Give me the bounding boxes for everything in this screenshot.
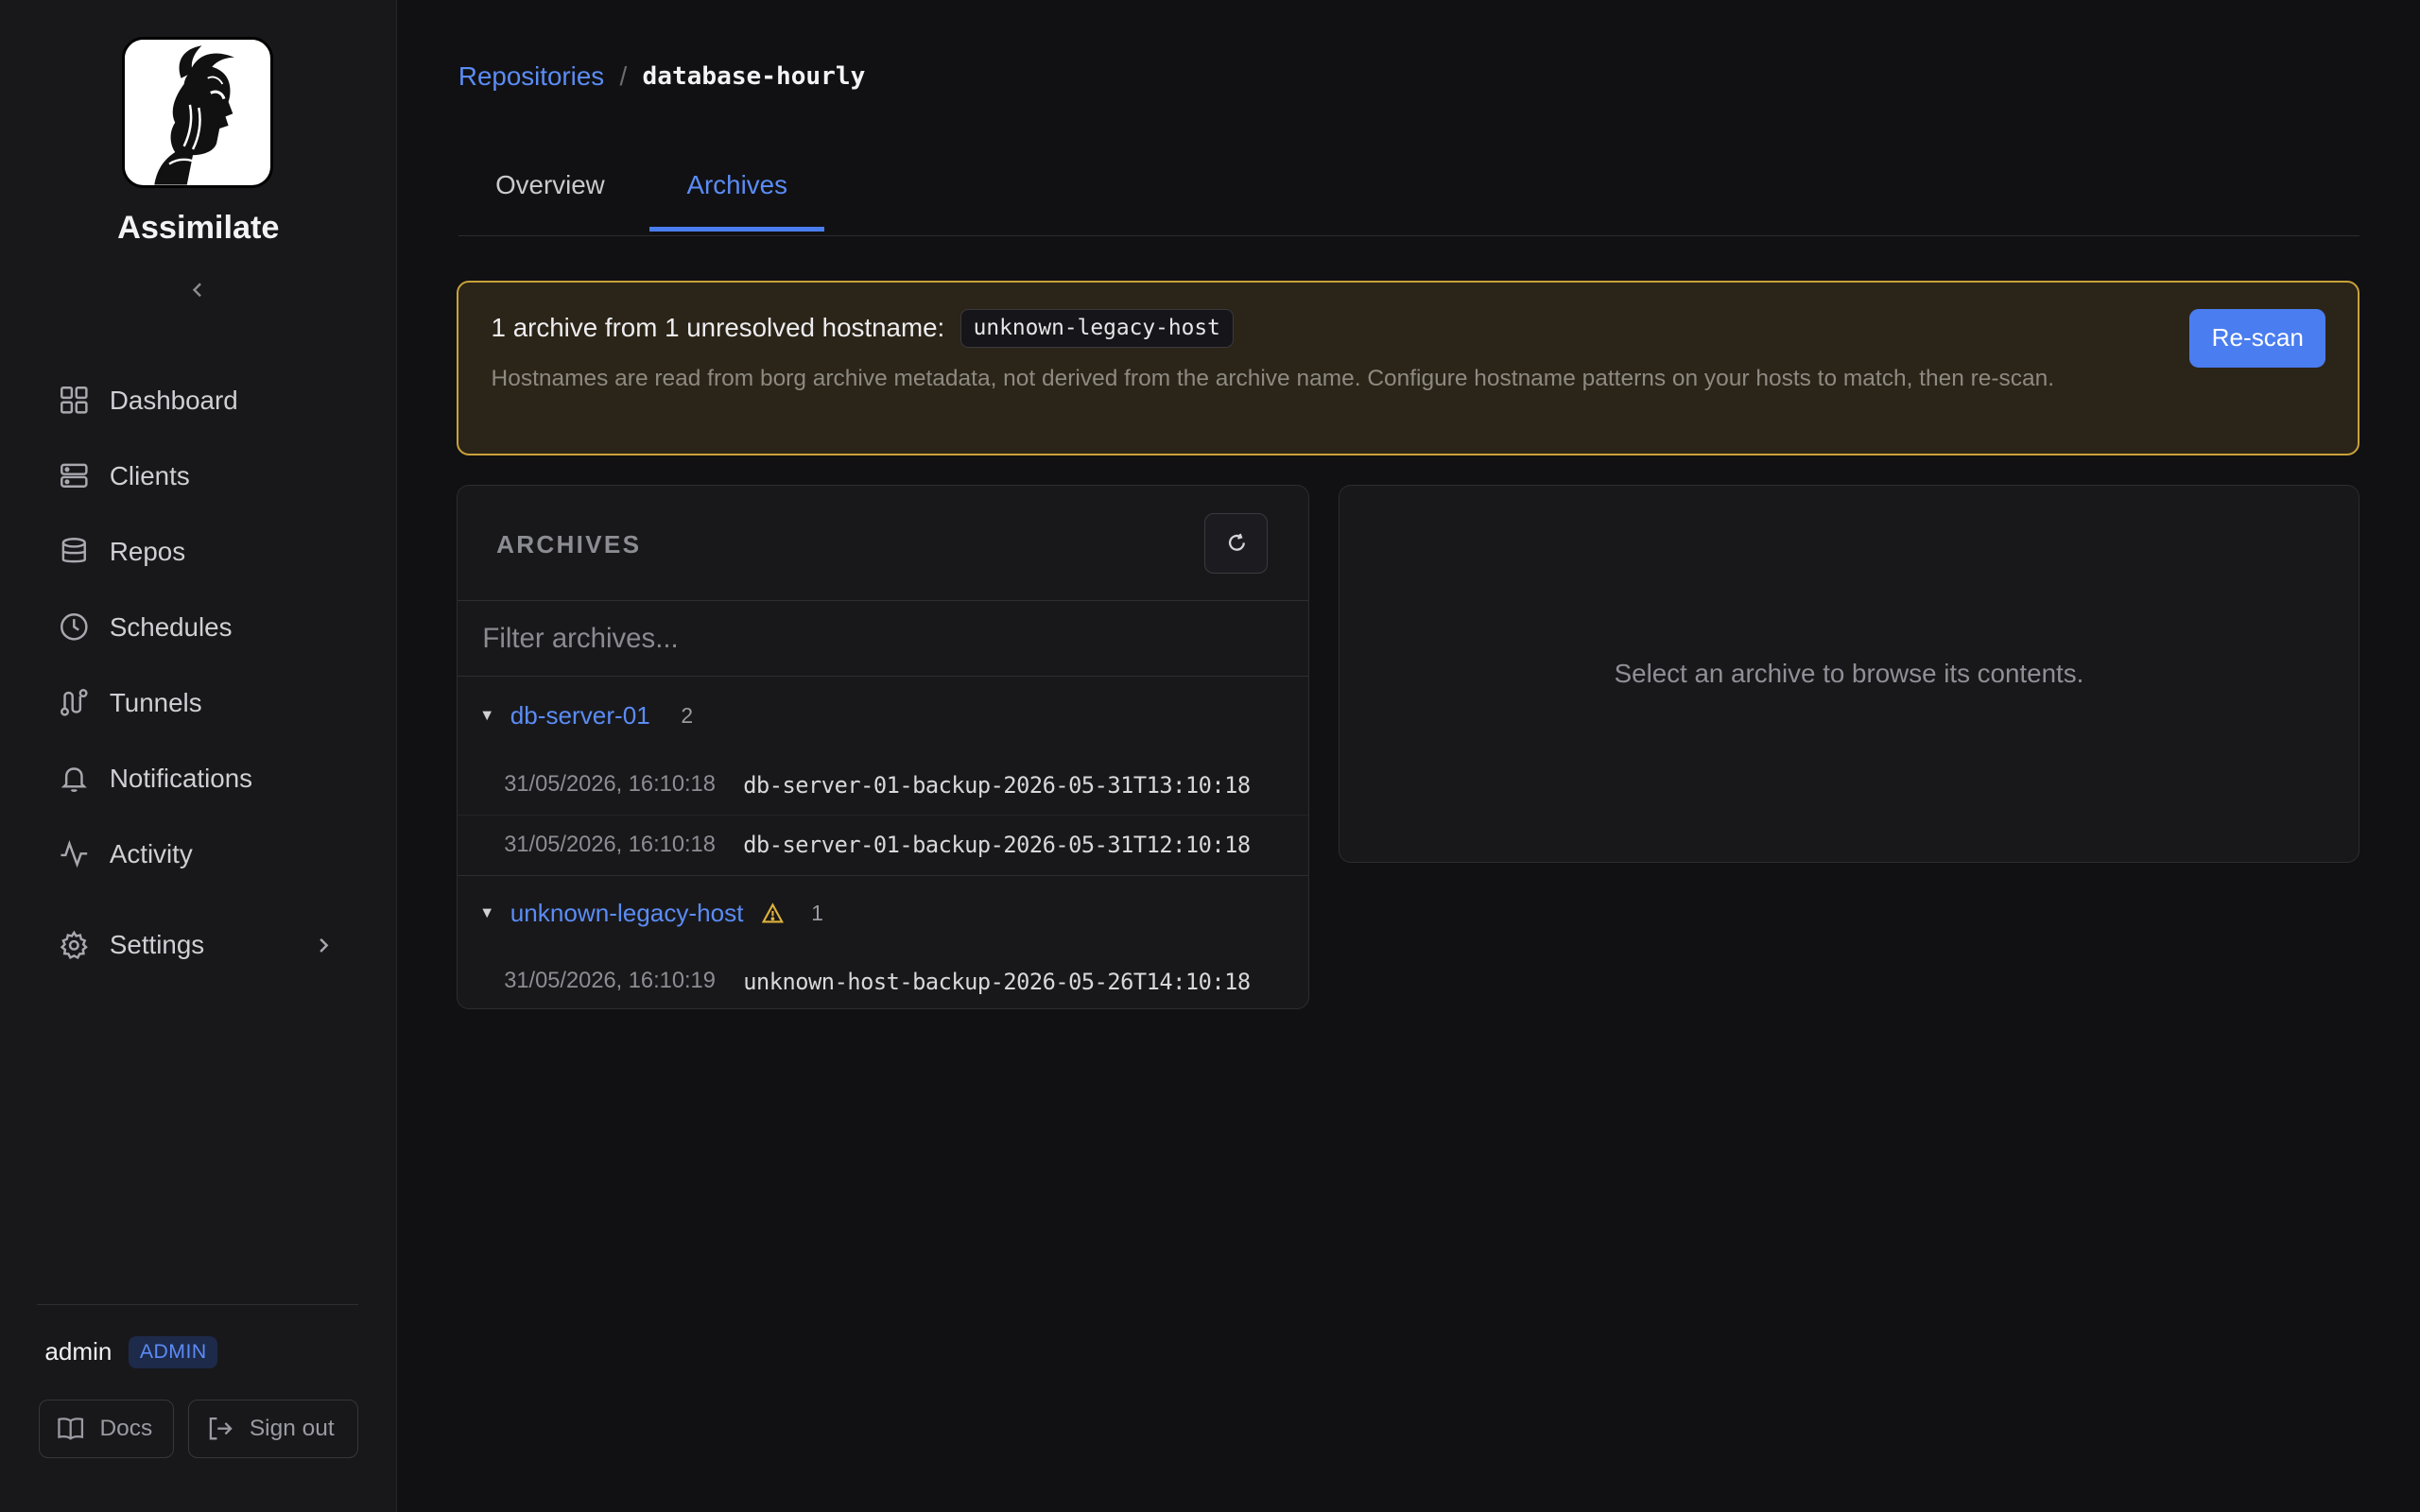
sign-out-label: Sign out [249, 1415, 335, 1441]
archive-browser-panel: Select an archive to browse its contents… [1338, 484, 2360, 863]
breadcrumb-separator: / [619, 61, 628, 92]
empty-state-message: Select an archive to browse its contents… [1614, 658, 2084, 688]
chevron-left-icon [192, 283, 202, 298]
server-icon [60, 464, 88, 489]
chevron-right-icon [320, 937, 329, 953]
archive-name: db-server-01-backup-2026-05-31T13:10:18 [743, 771, 1251, 799]
sidebar-item-repos[interactable]: Repos [37, 514, 359, 590]
sidebar-item-clients[interactable]: Clients [37, 438, 359, 514]
filter-row [458, 601, 1308, 678]
sidebar-item-label: Dashboard [109, 385, 238, 415]
warning-icon [762, 902, 784, 923]
docs-button[interactable]: Docs [38, 1399, 175, 1458]
sidebar-divider [37, 1303, 358, 1306]
book-icon [58, 1418, 83, 1440]
bell-icon [60, 767, 87, 793]
clock-icon [60, 613, 88, 641]
archive-date: 31/05/2026, 16:10:18 [504, 832, 716, 857]
sidebar-item-label: Activity [109, 838, 193, 868]
alert-title: 1 archive from 1 unresolved hostname: un… [491, 308, 1234, 348]
host-group-header[interactable]: ▼ db-server-01 2 [458, 677, 1307, 755]
archive-date: 31/05/2026, 16:10:18 [504, 772, 716, 798]
hostname-code: unknown-legacy-host [959, 308, 1234, 348]
sidebar-item-label: Notifications [109, 763, 253, 793]
user-info: admin ADMIN [44, 1335, 218, 1368]
breadcrumb-current: database-hourly [642, 62, 866, 92]
caret-down-icon[interactable]: ▼ [479, 707, 510, 725]
sidebar-item-activity[interactable]: Activity [37, 816, 359, 892]
archive-row[interactable]: 31/05/2026, 16:10:19 unknown-host-backup… [458, 952, 1307, 1008]
breadcrumb: Repositories / database-hourly [458, 61, 865, 92]
sign-out-button[interactable]: Sign out [188, 1399, 358, 1458]
database-icon [61, 538, 86, 563]
sidebar-item-label: Repos [109, 536, 186, 566]
tab-overview[interactable]: Overview [458, 141, 649, 231]
activity-icon [60, 840, 88, 868]
archive-name: db-server-01-backup-2026-05-31T12:10:18 [743, 832, 1251, 859]
archive-date: 31/05/2026, 16:10:19 [504, 969, 716, 994]
sidebar-item-schedules[interactable]: Schedules [37, 590, 359, 665]
sidebar-item-tunnels[interactable]: Tunnels [37, 665, 359, 741]
host-name[interactable]: unknown-legacy-host [510, 899, 744, 928]
sidebar-item-notifications[interactable]: Notifications [37, 741, 359, 816]
sidebar-item-label: Tunnels [109, 687, 202, 717]
sidebar-nav: Dashboard Clients Repos Schedules Tunnel… [37, 363, 359, 983]
archives-header: ARCHIVES [458, 486, 1308, 602]
archives-panel: ARCHIVES ▼ db-server-01 2 31/05/2026, 16… [457, 484, 1309, 1009]
archive-name: unknown-host-backup-2026-05-26T14:10:18 [743, 968, 1251, 995]
role-badge: ADMIN [129, 1335, 218, 1368]
app-name: Assimilate [117, 210, 280, 247]
docs-label: Docs [99, 1415, 153, 1441]
sidebar: Assimilate Dashboard Clients Repos Sched… [0, 0, 397, 1512]
sidebar-item-label: Settings [109, 929, 205, 959]
user-name: admin [44, 1337, 112, 1366]
gear-icon [60, 930, 88, 959]
tab-bar: Overview Archives [458, 146, 2360, 236]
sidebar-item-label: Clients [109, 460, 190, 490]
collapse-sidebar-button[interactable] [179, 275, 216, 306]
alert-title-text: 1 archive from 1 unresolved hostname: [491, 313, 945, 343]
route-icon [60, 689, 88, 716]
archives-title: ARCHIVES [496, 530, 642, 558]
tab-archives[interactable]: Archives [649, 141, 825, 232]
host-name[interactable]: db-server-01 [510, 701, 650, 730]
rescan-button[interactable]: Re-scan [2189, 308, 2326, 368]
host-group-header[interactable]: ▼ unknown-legacy-host 1 [458, 876, 1307, 952]
host-archive-count: 1 [811, 901, 823, 926]
alert-body: Hostnames are read from borg archive met… [491, 365, 2055, 391]
refresh-button[interactable] [1204, 513, 1269, 574]
unresolved-hostname-alert: 1 archive from 1 unresolved hostname: un… [457, 281, 2360, 455]
sidebar-item-dashboard[interactable]: Dashboard [37, 363, 359, 438]
sidebar-item-label: Schedules [109, 611, 233, 642]
sidebar-item-settings[interactable]: Settings [37, 907, 359, 983]
filter-archives-input[interactable] [458, 601, 1308, 677]
logout-icon [209, 1418, 233, 1440]
host-archive-count: 2 [681, 703, 694, 729]
archive-row[interactable]: 31/05/2026, 16:10:18 db-server-01-backup… [458, 755, 1308, 816]
breadcrumb-repositories-link[interactable]: Repositories [458, 61, 604, 92]
refresh-icon [1228, 534, 1245, 552]
grid-icon [60, 387, 88, 414]
app-logo[interactable] [121, 37, 273, 189]
caret-down-icon[interactable]: ▼ [479, 904, 510, 922]
archive-row[interactable]: 31/05/2026, 16:10:18 db-server-01-backup… [458, 816, 1308, 876]
